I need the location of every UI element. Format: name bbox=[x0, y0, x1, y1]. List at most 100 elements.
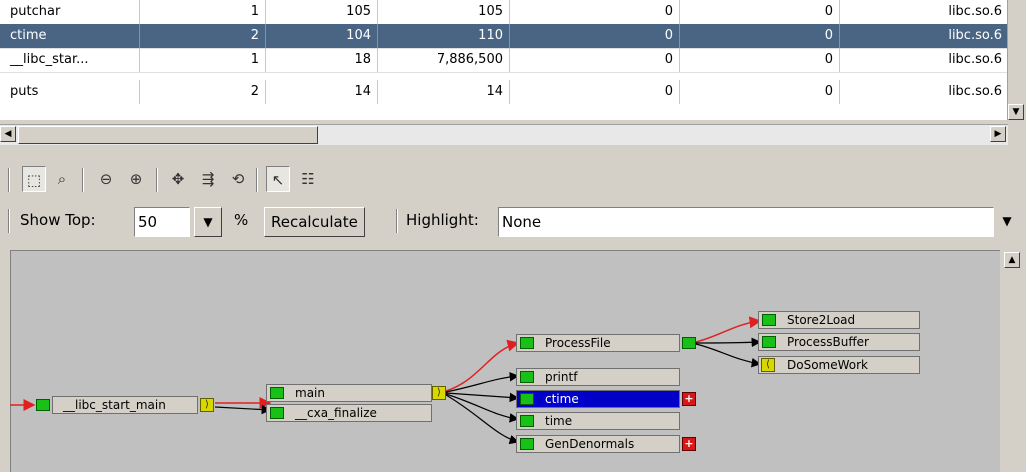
scroll-right-icon[interactable]: ▶ bbox=[990, 126, 1006, 142]
self-time-cell: 104 bbox=[266, 24, 378, 48]
node-expand-handle[interactable] bbox=[520, 393, 534, 405]
table-vertical-scrollbar[interactable]: ▼ bbox=[1007, 0, 1026, 120]
collapse-icon[interactable]: ⟩ bbox=[432, 386, 446, 400]
node-label: __cxa_finalize bbox=[295, 406, 377, 420]
show-top-label: Show Top: bbox=[20, 211, 96, 229]
highlight-dropdown-icon[interactable]: ▼ bbox=[996, 207, 1018, 237]
node-label: ProcessBuffer bbox=[787, 335, 869, 349]
zoom-in-icon[interactable]: ⊕ bbox=[124, 166, 148, 192]
node-time[interactable]: time bbox=[516, 412, 680, 430]
marquee-select-icon[interactable]: ⬚ bbox=[22, 166, 46, 192]
scroll-down-icon[interactable]: ▼ bbox=[1008, 104, 1024, 120]
node-label: main bbox=[295, 386, 325, 400]
properties-icon[interactable]: ☷ bbox=[296, 166, 320, 192]
collapse-icon[interactable]: ⟲ bbox=[226, 166, 250, 192]
value-cell: 0 bbox=[510, 0, 680, 24]
zoom-out-icon[interactable]: ⊖ bbox=[94, 166, 118, 192]
calls-cell: 2 bbox=[140, 80, 266, 104]
node-label: GenDenormals bbox=[545, 437, 635, 451]
calls-cell: 2 bbox=[140, 24, 266, 48]
table-horizontal-scrollbar[interactable]: ◀ ▶ bbox=[0, 124, 1008, 145]
node-printf[interactable]: printf bbox=[516, 368, 680, 386]
node-libc-start-main[interactable]: __libc_start_main bbox=[52, 396, 198, 414]
toolbar-separator bbox=[256, 168, 258, 192]
expand-icon[interactable]: ⇶ bbox=[196, 166, 220, 192]
node-label: ProcessFile bbox=[545, 336, 611, 350]
node-label: Store2Load bbox=[787, 313, 856, 327]
function-name-cell: puts bbox=[0, 80, 140, 104]
self-time-cell: 14 bbox=[266, 80, 378, 104]
value-cell: 0 bbox=[510, 24, 680, 48]
toolbar-separator bbox=[8, 168, 10, 192]
total-time-cell: 110 bbox=[378, 24, 510, 48]
collapse-icon[interactable]: ⟩ bbox=[200, 398, 214, 412]
node-label: time bbox=[545, 414, 573, 428]
node-expand-handle[interactable] bbox=[520, 415, 534, 427]
graph-vertical-scrollbar[interactable]: ▲ bbox=[1002, 250, 1024, 472]
table-row[interactable]: puts 2 14 14 0 0 libc.so.6 bbox=[0, 72, 1008, 120]
node-dosomework[interactable]: ⟨ DoSomeWork bbox=[758, 356, 920, 374]
table-row-selected[interactable]: ctime 2 104 110 0 0 libc.so.6 bbox=[0, 24, 1008, 49]
collapse-icon[interactable]: ⟨ bbox=[761, 358, 775, 372]
node-store2load[interactable]: Store2Load bbox=[758, 311, 920, 329]
scroll-left-icon[interactable]: ◀ bbox=[0, 126, 16, 142]
node-expand-handle[interactable] bbox=[682, 337, 696, 349]
module-cell: libc.so.6 bbox=[948, 52, 1002, 67]
node-expand-handle[interactable] bbox=[270, 407, 284, 419]
recalculate-button[interactable]: Recalculate bbox=[264, 207, 365, 237]
graph-toolbar: ⬚ ⌕ ⊖ ⊕ ✥ ⇶ ⟲ ↖ ☷ bbox=[8, 166, 1018, 198]
node-gendenormals[interactable]: GenDenormals bbox=[516, 435, 680, 453]
scroll-up-icon[interactable]: ▲ bbox=[1004, 252, 1020, 268]
graph-options-bar: Show Top: 50 ▼ % Recalculate Highlight: … bbox=[8, 204, 1026, 242]
toolbar-separator bbox=[156, 168, 158, 192]
select-pointer-icon[interactable]: ↖ bbox=[266, 166, 290, 192]
node-main[interactable]: main bbox=[266, 384, 432, 402]
table-row[interactable]: putchar 1 105 105 0 0 libc.so.6 bbox=[0, 0, 1008, 25]
node-expand-handle[interactable] bbox=[762, 314, 776, 326]
function-name-cell: __libc_star... bbox=[0, 48, 140, 72]
node-expand-handle[interactable] bbox=[520, 371, 534, 383]
node-expand-handle[interactable] bbox=[36, 399, 50, 411]
node-processbuffer[interactable]: ProcessBuffer bbox=[758, 333, 920, 351]
toolbar-separator bbox=[8, 209, 10, 233]
toolbar-separator bbox=[82, 168, 84, 192]
self-time-cell: 18 bbox=[266, 48, 378, 72]
toolbar-separator bbox=[396, 209, 398, 233]
calls-cell: 1 bbox=[140, 0, 266, 24]
node-expand-handle[interactable] bbox=[762, 336, 776, 348]
total-time-cell: 105 bbox=[378, 0, 510, 24]
function-table: putchar 1 105 105 0 0 libc.so.6 ctime 2 … bbox=[0, 0, 1026, 120]
highlight-select[interactable]: None bbox=[498, 207, 994, 237]
table-row[interactable]: __libc_star... 1 18 7,886,500 0 0 libc.s… bbox=[0, 48, 1008, 73]
module-cell: libc.so.6 bbox=[948, 28, 1002, 43]
node-expand-handle[interactable] bbox=[520, 438, 534, 450]
show-top-input[interactable]: 50 bbox=[134, 207, 190, 237]
edge-libc-start-main-to-cxa-finalize bbox=[214, 404, 272, 415]
self-time-cell: 105 bbox=[266, 0, 378, 24]
node-cxa-finalize[interactable]: __cxa_finalize bbox=[266, 404, 432, 422]
edge-processfile-to-store2load bbox=[695, 316, 762, 343]
edge-processfile-to-processbuffer bbox=[695, 337, 762, 348]
node-ctime-highlighted[interactable]: ctime bbox=[516, 390, 680, 408]
percent-label: % bbox=[234, 211, 249, 229]
calls-cell: 1 bbox=[140, 48, 266, 72]
pan-icon[interactable]: ✥ bbox=[166, 166, 190, 192]
value-cell: 0 bbox=[680, 80, 840, 104]
value-cell: 0 bbox=[680, 0, 840, 24]
function-name-cell: putchar bbox=[0, 0, 140, 24]
expand-plus-icon[interactable]: + bbox=[682, 392, 696, 406]
module-cell: libc.so.6 bbox=[948, 84, 1002, 99]
horizontal-scroll-thumb[interactable] bbox=[18, 126, 318, 144]
value-cell: 0 bbox=[680, 24, 840, 48]
highlight-label: Highlight: bbox=[406, 211, 479, 229]
node-processfile[interactable]: ProcessFile bbox=[516, 334, 680, 352]
value-cell: 0 bbox=[510, 80, 680, 104]
node-label: __libc_start_main bbox=[63, 398, 166, 412]
node-label: ctime bbox=[545, 392, 579, 406]
find-icon[interactable]: ⌕ bbox=[50, 166, 74, 192]
node-expand-handle[interactable] bbox=[520, 337, 534, 349]
node-expand-handle[interactable] bbox=[270, 387, 284, 399]
edge-main-to-gendenormals bbox=[445, 394, 520, 445]
show-top-dropdown-icon[interactable]: ▼ bbox=[194, 207, 222, 237]
expand-plus-icon[interactable]: + bbox=[682, 437, 696, 451]
